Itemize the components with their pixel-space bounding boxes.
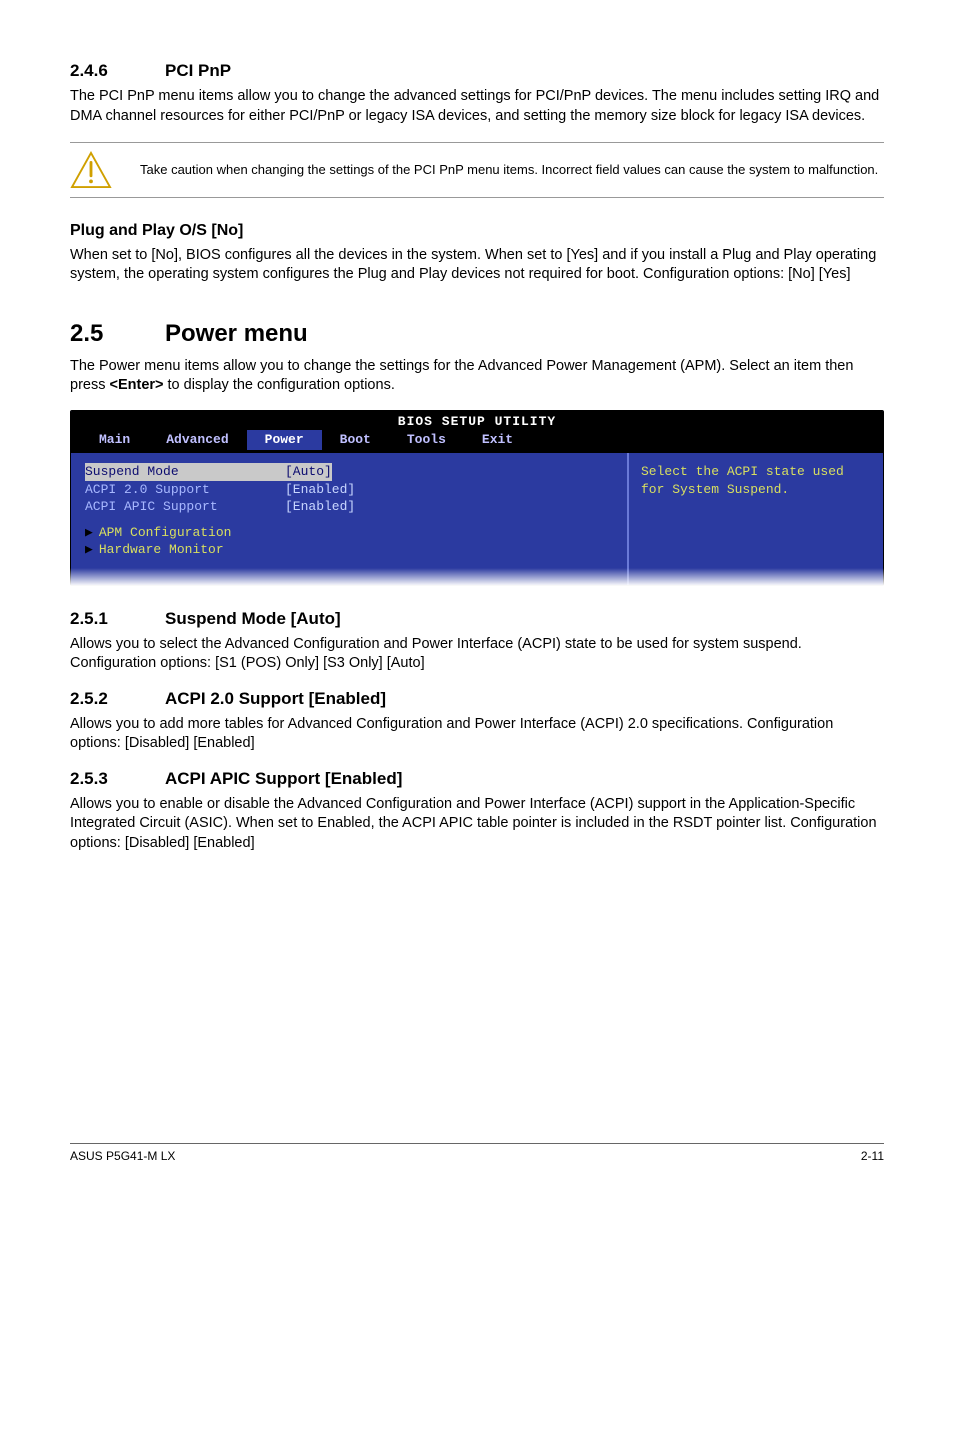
bios-title: BIOS SETUP UTILITY xyxy=(71,411,883,431)
caution-text: Take caution when changing the settings … xyxy=(140,161,878,179)
bios-row-acpi-apic: ACPI APIC Support [Enabled] xyxy=(85,498,613,516)
bios-window: BIOS SETUP UTILITY Main Advanced Power B… xyxy=(70,410,884,586)
bios-label: ACPI APIC Support xyxy=(85,498,285,516)
caution-callout: Take caution when changing the settings … xyxy=(70,142,884,198)
bios-value: [Auto] xyxy=(285,463,332,481)
heading-2-4-6: 2.4.6PCI PnP xyxy=(70,60,884,83)
tab-boot: Boot xyxy=(322,430,389,450)
heading-2-5-1: 2.5.1Suspend Mode [Auto] xyxy=(70,608,884,631)
heading-text: PCI PnP xyxy=(165,61,231,80)
paragraph: When set to [No], BIOS configures all th… xyxy=(70,246,884,285)
subheading-plug-and-play: Plug and Play O/S [No] xyxy=(70,220,884,242)
bios-row-suspend-mode: Suspend Mode [Auto] xyxy=(85,463,613,481)
paragraph: The Power menu items allow you to change… xyxy=(70,357,884,396)
heading-number: 2.5.1 xyxy=(70,608,165,631)
bios-label: Suspend Mode xyxy=(85,463,285,481)
page-footer: ASUS P5G41-M LX 2-11 xyxy=(70,1143,884,1164)
heading-text: ACPI 2.0 Support [Enabled] xyxy=(165,689,386,708)
heading-number: 2.5.2 xyxy=(70,688,165,711)
heading-text: ACPI APIC Support [Enabled] xyxy=(165,769,402,788)
paragraph: Allows you to enable or disable the Adva… xyxy=(70,795,884,854)
bios-left-pane: Suspend Mode [Auto] ACPI 2.0 Support [En… xyxy=(71,453,629,585)
bios-submenu-hardware-monitor: ▶ Hardware Monitor xyxy=(85,541,613,559)
bios-body: Suspend Mode [Auto] ACPI 2.0 Support [En… xyxy=(71,453,883,585)
key-enter: <Enter> xyxy=(110,377,164,393)
heading-2-5-3: 2.5.3ACPI APIC Support [Enabled] xyxy=(70,768,884,791)
triangle-right-icon: ▶ xyxy=(85,542,93,557)
bios-menubar: Main Advanced Power Boot Tools Exit xyxy=(71,430,883,453)
triangle-right-icon: ▶ xyxy=(85,525,93,540)
paragraph: Allows you to select the Advanced Config… xyxy=(70,635,884,674)
heading-number: 2.5 xyxy=(70,318,165,350)
heading-number: 2.5.3 xyxy=(70,768,165,791)
bios-submenu-label: APM Configuration xyxy=(99,525,232,540)
bios-help-pane: Select the ACPI state used for System Su… xyxy=(629,453,883,585)
bios-submenu-label: Hardware Monitor xyxy=(99,542,224,557)
tab-power: Power xyxy=(247,430,322,450)
tab-exit: Exit xyxy=(464,430,531,450)
heading-text: Power menu xyxy=(165,320,308,347)
heading-2-5-2: 2.5.2ACPI 2.0 Support [Enabled] xyxy=(70,688,884,711)
heading-number: 2.4.6 xyxy=(70,60,165,83)
text: to display the configuration options. xyxy=(164,377,395,393)
bios-screenshot: BIOS SETUP UTILITY Main Advanced Power B… xyxy=(70,410,884,586)
caution-icon xyxy=(70,151,112,189)
bios-label: ACPI 2.0 Support xyxy=(85,481,285,499)
footer-product: ASUS P5G41-M LX xyxy=(70,1148,175,1164)
bios-submenu-apm: ▶ APM Configuration xyxy=(85,524,613,542)
footer-page-number: 2-11 xyxy=(861,1148,884,1164)
tab-main: Main xyxy=(81,430,148,450)
heading-text: Suspend Mode [Auto] xyxy=(165,609,341,628)
bios-value: [Enabled] xyxy=(285,498,355,516)
paragraph: Allows you to add more tables for Advanc… xyxy=(70,715,884,754)
tab-tools: Tools xyxy=(389,430,464,450)
paragraph: The PCI PnP menu items allow you to chan… xyxy=(70,87,884,126)
bios-value: [Enabled] xyxy=(285,481,355,499)
tab-advanced: Advanced xyxy=(148,430,246,450)
bios-row-acpi-2-0: ACPI 2.0 Support [Enabled] xyxy=(85,481,613,499)
heading-2-5: 2.5Power menu xyxy=(70,318,884,350)
